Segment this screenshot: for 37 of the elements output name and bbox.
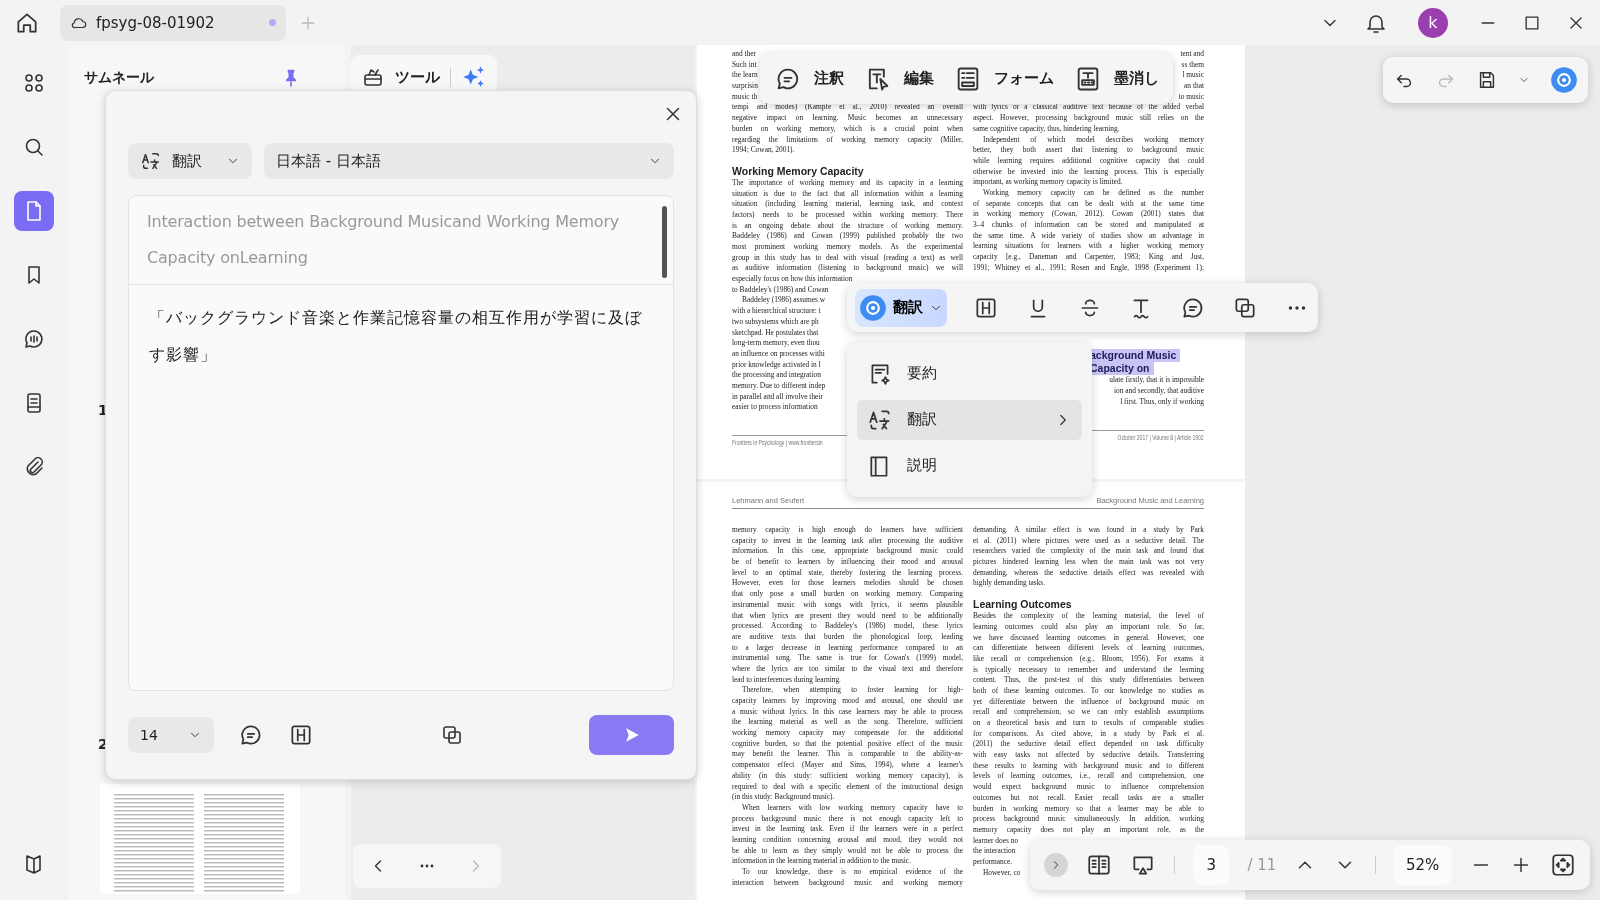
rail-button[interactable] [14,191,54,231]
scrollbar[interactable] [662,206,667,278]
toolbar-button[interactable]: 注釈 [774,64,844,93]
toolbar-button[interactable]: 編集 [864,64,934,93]
apps-icon[interactable] [22,71,46,95]
chat-icon[interactable] [22,327,46,351]
tab-title: fpsyg-08-01902 [96,13,216,32]
menu-item[interactable]: 要約 [857,353,1082,394]
language-dropdown[interactable]: 日本語 - 日本語 [264,143,674,179]
translation-text: 「バックグラウンド音楽と作業記憶容量の相互作用が学習に及ぼす影響」 [148,307,643,366]
section-heading: Learning Outcomes [973,598,1072,612]
translate-icon [140,150,162,172]
page-count: / 11 [1247,856,1277,874]
assistant-icon [859,293,887,322]
menu-item[interactable]: 翻訳 [857,399,1082,440]
toolbar-button[interactable]: 墨消し [1074,64,1159,93]
user-avatar[interactable]: k [1418,7,1448,38]
mode-dropdown[interactable]: 翻訳 [128,143,252,179]
section-heading: Working Memory Capacity [732,164,864,178]
section-heading: Capacity on [1090,362,1154,376]
section-heading: ackground Music [1090,349,1181,363]
send-button[interactable] [589,715,674,755]
sparkle-icon[interactable] [461,64,487,90]
toolbar-button[interactable]: フォーム [954,64,1054,93]
zoom-field[interactable]: 52% [1393,845,1452,885]
highlight-icon[interactable] [288,722,314,748]
two-page-icon[interactable] [1086,852,1113,878]
menu-item[interactable]: 説明 [857,445,1082,486]
text-area[interactable]: Interaction between Background Musicand Working Memory Capacity onLearning 「バックグラウンド音楽と作業記憶容量の相互作用が学習に及ぼす影響」 [128,195,674,691]
panel-title: サムネール [84,69,154,87]
page-number-field[interactable]: 3 [1193,845,1230,885]
font-size-dropdown[interactable]: 14 [128,717,214,753]
document-tab[interactable]: fpsyg-08-01902 [60,4,286,41]
fit-screen-icon[interactable] [1549,852,1576,878]
assistant-icon[interactable] [1550,66,1579,94]
ai-translate-button[interactable]: 翻訳 [855,288,947,327]
page-thumbnail[interactable] [100,784,300,894]
